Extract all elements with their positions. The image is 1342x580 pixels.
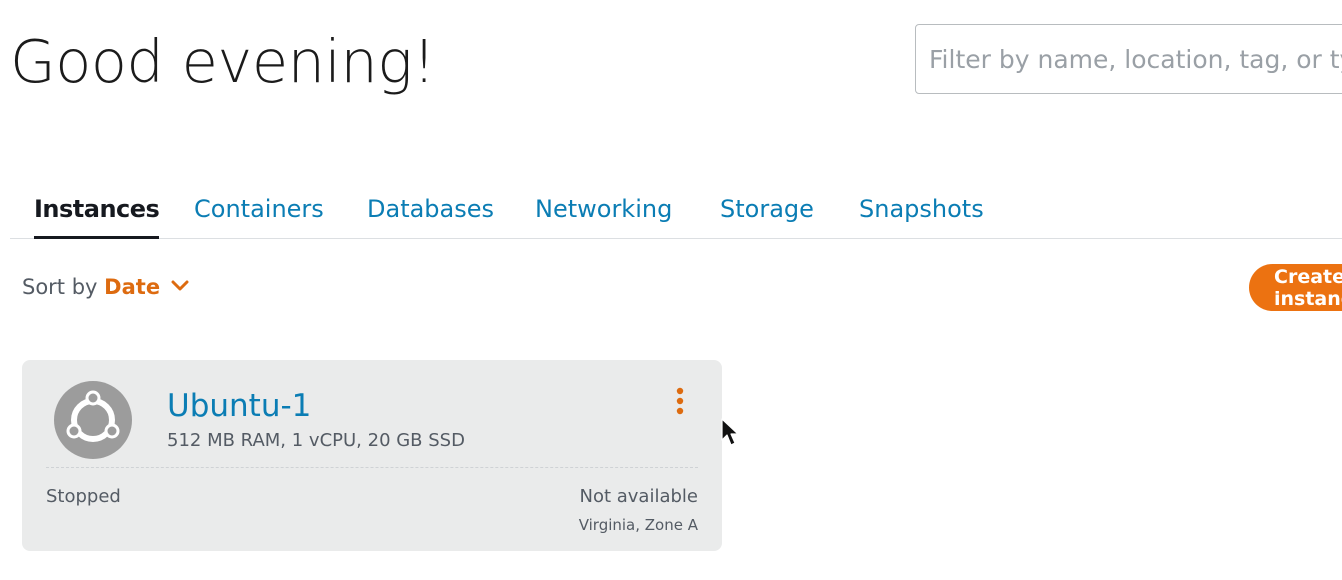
ubuntu-logo-icon <box>54 381 132 459</box>
instance-specs: 512 MB RAM, 1 vCPU, 20 GB SSD <box>167 430 465 451</box>
filter-input[interactable] <box>915 24 1342 94</box>
sort-label: Sort by <box>22 275 98 299</box>
create-instance-button[interactable]: Create instance <box>1249 264 1342 311</box>
tab-containers[interactable]: Containers <box>194 190 324 236</box>
sort-control: Sort by Date <box>22 272 189 302</box>
instance-location: Virginia, Zone A <box>578 516 698 534</box>
page-title: Good evening! <box>10 27 436 96</box>
instance-status: Stopped <box>46 486 121 507</box>
tab-snapshots[interactable]: Snapshots <box>859 190 984 236</box>
instance-ip: Not available <box>579 486 698 507</box>
mouse-pointer-icon <box>721 418 739 446</box>
tab-storage[interactable]: Storage <box>720 190 814 236</box>
chevron-down-icon <box>171 280 189 291</box>
tab-databases[interactable]: Databases <box>367 190 494 236</box>
tab-instances[interactable]: Instances <box>34 190 160 239</box>
sort-dropdown[interactable]: Date <box>104 275 189 299</box>
kebab-menu-icon[interactable] <box>672 386 688 418</box>
instance-card: Ubuntu-1 512 MB RAM, 1 vCPU, 20 GB SSD S… <box>22 360 722 551</box>
instance-name-link[interactable]: Ubuntu-1 <box>167 386 311 426</box>
sort-value: Date <box>104 275 161 299</box>
tab-networking[interactable]: Networking <box>535 190 672 236</box>
card-divider <box>46 467 698 468</box>
resource-tabs: Instances Containers Databases Networkin… <box>10 190 1342 239</box>
